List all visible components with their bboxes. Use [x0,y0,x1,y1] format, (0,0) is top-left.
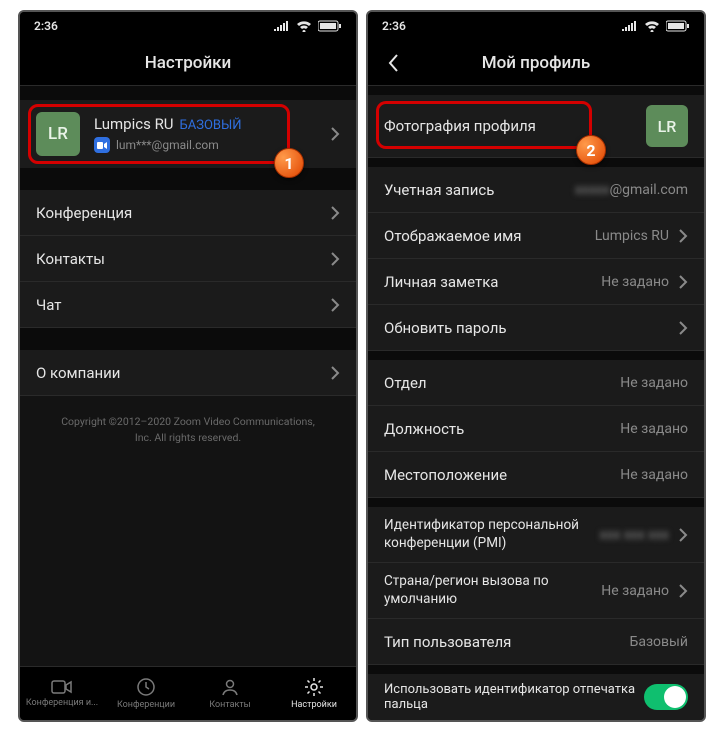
gear-icon [304,677,324,697]
back-button[interactable] [374,40,412,85]
toggle-fingerprint[interactable] [644,684,688,710]
clock-icon [136,677,156,697]
avatar: LR [36,112,80,156]
row-conference[interactable]: Конференция [20,190,356,236]
row-contacts[interactable]: Контакты [20,236,356,282]
chevron-right-icon [679,275,688,289]
battery-icon [666,20,690,32]
chevron-right-icon [331,206,340,220]
row-note[interactable]: Личная заметка Не задано [368,259,704,305]
signal-icon [622,21,638,31]
row-dept[interactable]: Отдел Не задано [368,360,704,406]
title-bar: Настройки [20,40,356,86]
signal-icon [274,21,290,31]
chevron-right-icon [331,298,340,312]
status-bar: 2:36 [20,12,356,40]
avatar: LR [646,105,688,147]
status-time: 2:36 [382,19,406,33]
phone-left: 2:36 Настройки LR Lumpics RUБАЗОВЫЙ lum*… [18,10,358,722]
nav-conferences[interactable]: Конференции [104,667,188,720]
chevron-right-icon [679,528,688,542]
chevron-right-icon [679,321,688,335]
row-user-type[interactable]: Тип пользователя Базовый [368,619,704,665]
row-display-name[interactable]: Отображаемое имя Lumpics RU [368,213,704,259]
phone-right: 2:36 Мой профиль Фотография профиля LR 2… [366,10,706,722]
marker-1: 1 [274,148,304,178]
copyright-text: Copyright ©2012–2020 Zoom Video Communic… [20,396,356,464]
plan-badge: БАЗОВЫЙ [180,118,242,133]
row-chat[interactable]: Чат [20,282,356,328]
wifi-icon [644,20,660,32]
row-about[interactable]: О компании [20,350,356,396]
wifi-icon [296,20,312,32]
chevron-right-icon [331,366,340,380]
nav-contacts[interactable]: Контакты [188,667,272,720]
zoom-icon [94,137,110,153]
row-region[interactable]: Страна/регион вызова по умолчанию Не зад… [368,563,704,619]
row-job-title[interactable]: Должность Не задано [368,406,704,452]
nav-meet[interactable]: Конференция и... [20,667,104,720]
profile-name: Lumpics RUБАЗОВЫЙ [94,115,331,133]
contacts-icon [220,677,240,697]
chevron-right-icon [331,127,340,141]
page-title: Настройки [145,53,232,73]
row-pmi[interactable]: Идентификатор персональной конференции (… [368,507,704,563]
nav-settings[interactable]: Настройки [272,667,356,720]
row-profile-photo[interactable]: Фотография профиля LR 2 [368,95,704,158]
page-title: Мой профиль [482,53,591,73]
video-icon [51,679,73,695]
row-location[interactable]: Местоположение Не задано [368,452,704,498]
chevron-left-icon [388,54,399,72]
chevron-right-icon [331,252,340,266]
chevron-right-icon [679,229,688,243]
title-bar: Мой профиль [368,40,704,86]
chevron-right-icon [679,584,688,598]
battery-icon [318,20,342,32]
row-account[interactable]: Учетная запись xxxxx@gmail.com [368,167,704,213]
status-bar: 2:36 [368,12,704,40]
bottom-nav: Конференция и... Конференции Контакты На… [20,666,356,720]
profile-row[interactable]: LR Lumpics RUБАЗОВЫЙ lum***@gmail.com 1 [20,100,356,168]
marker-2: 2 [576,135,606,165]
status-time: 2:36 [34,19,58,33]
row-fingerprint[interactable]: Использовать идентификатор отпечатка пал… [368,674,704,720]
row-password[interactable]: Обновить пароль [368,305,704,351]
